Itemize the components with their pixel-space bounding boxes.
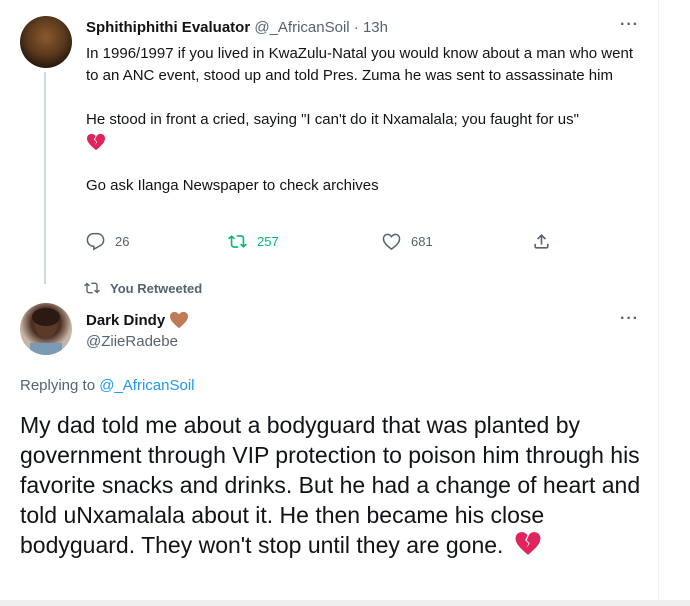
broken-heart-icon [515, 532, 541, 555]
tweet1-paragraph-3: Go ask Ilanga Newspaper to check archive… [86, 177, 379, 194]
tweet1-action-bar: 26 257 681 [86, 232, 566, 254]
share-button[interactable] [532, 232, 551, 251]
tweet1-emoji-line [86, 131, 646, 153]
tweet1-paragraph-2: He stood in front a cried, saying "I can… [86, 111, 579, 128]
thread-connector-line [44, 72, 46, 284]
tweet2-text-block: My dad told me about a bodyguard that wa… [20, 410, 650, 560]
retweet-button[interactable]: 257 [228, 232, 279, 251]
reply-icon [86, 232, 105, 251]
avatar[interactable] [20, 303, 72, 355]
tweet2-header: Dark Dindy [86, 311, 189, 329]
retweet-icon [228, 235, 247, 248]
tweet2-more-options-button[interactable]: ··· [620, 310, 639, 328]
replying-to-prefix: Replying to [20, 377, 96, 394]
avatar[interactable] [20, 16, 72, 68]
replying-to-line: Replying to @_AfricanSoil [20, 377, 195, 394]
broken-heart-icon [87, 133, 105, 151]
tweet1-handle[interactable]: @_AfricanSoil [254, 19, 349, 36]
replying-to-handle-link[interactable]: @_AfricanSoil [99, 377, 194, 394]
tweet1-time[interactable]: 13h [363, 19, 388, 36]
tweet1-more-options-button[interactable]: ··· [620, 16, 639, 34]
like-count: 681 [411, 234, 433, 249]
reply-count: 26 [115, 234, 130, 249]
tweet1-separator: · [353, 19, 359, 36]
page-margin [659, 0, 690, 606]
heart-icon [170, 311, 189, 329]
tweet2-text: My dad told me about a bodyguard that wa… [20, 412, 641, 558]
like-button[interactable]: 681 [382, 232, 433, 251]
bottom-divider [0, 600, 690, 606]
tweet2-display-name[interactable]: Dark Dindy [86, 312, 165, 329]
tweet1-paragraph-1: In 1996/1997 if you lived in KwaZulu-Nat… [86, 45, 633, 84]
tweet2-handle[interactable]: @ZiieRadebe [86, 333, 178, 350]
you-retweeted-label[interactable]: You Retweeted [110, 281, 202, 296]
tweet1-text: In 1996/1997 if you lived in KwaZulu-Nat… [86, 43, 646, 197]
retweet-icon [84, 282, 100, 294]
you-retweeted-banner: You Retweeted [84, 280, 202, 296]
share-icon [534, 234, 549, 249]
tweet1-header: Sphithiphithi Evaluator @_AfricanSoil · … [86, 19, 388, 36]
like-icon [382, 233, 401, 251]
reply-button[interactable]: 26 [86, 232, 129, 251]
tweet1-display-name[interactable]: Sphithiphithi Evaluator [86, 19, 250, 36]
avatar-portrait [30, 308, 62, 355]
retweet-count: 257 [257, 234, 279, 249]
tweet-thread-card: Sphithiphithi Evaluator @_AfricanSoil · … [0, 0, 659, 606]
